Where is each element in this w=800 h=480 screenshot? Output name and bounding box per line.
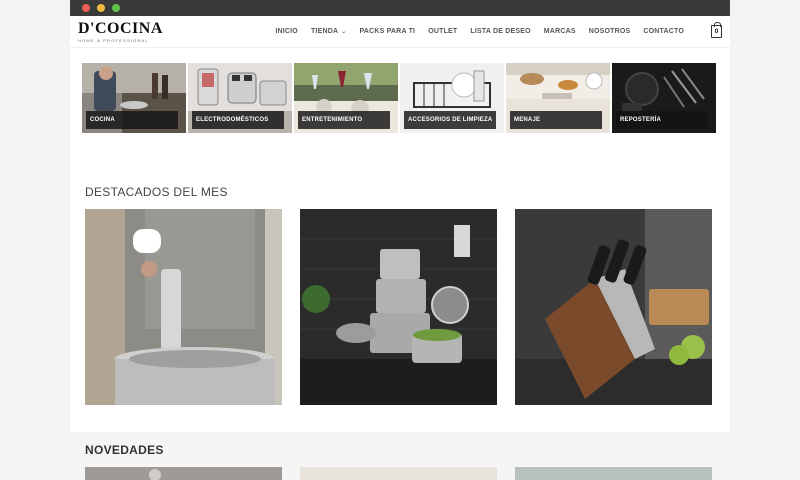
- category-tile-menaje[interactable]: MENAJE: [506, 63, 610, 133]
- product-image: [85, 209, 282, 405]
- category-tile-reposteria[interactable]: REPOSTERÍA: [612, 63, 716, 133]
- nav-label: OUTLET: [428, 28, 458, 35]
- nav-item-inicio[interactable]: INICIO: [275, 28, 298, 35]
- category-label: MENAJE: [510, 111, 602, 129]
- nav-item-packs[interactable]: PACKS PARA TI: [359, 28, 415, 35]
- product-image: [300, 209, 497, 405]
- site-header: D'COCINA HOME & PROFESSIONAL INICIO TIEN…: [70, 16, 730, 48]
- nav-item-outlet[interactable]: OUTLET: [428, 28, 457, 35]
- cart-icon[interactable]: 0: [711, 22, 722, 38]
- featured-products: [85, 209, 712, 405]
- product-image: [515, 209, 712, 405]
- nav-label: MARCAS: [543, 28, 576, 35]
- new-product-2[interactable]: [300, 467, 497, 480]
- cart-count: 0: [714, 28, 719, 35]
- nav-label: TIENDA: [310, 28, 339, 35]
- product-image: [85, 467, 282, 480]
- main-menu: INICIO TIENDA ⌄ PACKS PARA TI OUTLET LIST…: [275, 22, 722, 38]
- nav-item-contacto[interactable]: CONTACTO: [643, 28, 684, 35]
- category-label: COCINA: [86, 111, 178, 129]
- minimize-window-button[interactable]: [97, 4, 105, 12]
- nav-label: NOSOTROS: [588, 28, 631, 35]
- product-image: [300, 467, 497, 480]
- new-section-title: NOVEDADES: [85, 443, 164, 457]
- category-tile-accesorios-limpieza[interactable]: ACCESORIOS DE LIMPIEZA: [400, 63, 504, 133]
- featured-section-title: DESTACADOS DEL MES: [85, 185, 228, 199]
- maximize-window-button[interactable]: [112, 4, 120, 12]
- window-titlebar: [70, 0, 730, 16]
- browser-window: D'COCINA HOME & PROFESSIONAL INICIO TIEN…: [70, 0, 730, 480]
- category-tile-electrodomesticos[interactable]: ELECTRODOMÉSTICOS: [188, 63, 292, 133]
- logo-name: D'COCINA: [78, 19, 163, 37]
- featured-product-1[interactable]: [85, 209, 282, 405]
- nav-item-tienda[interactable]: TIENDA ⌄: [311, 28, 347, 35]
- featured-product-2[interactable]: [300, 209, 497, 405]
- category-label: ELECTRODOMÉSTICOS: [192, 111, 284, 129]
- nav-item-lista-deseo[interactable]: LISTA DE DESEO: [470, 28, 530, 35]
- new-product-1[interactable]: [85, 467, 282, 480]
- category-tile-entretenimiento[interactable]: ENTRETENIMIENTO: [294, 63, 398, 133]
- nav-label: PACKS PARA TI: [359, 28, 416, 35]
- product-image: [515, 467, 712, 480]
- new-products: [85, 467, 712, 480]
- new-product-3[interactable]: [515, 467, 712, 480]
- category-tile-cocina[interactable]: COCINA: [82, 63, 186, 133]
- featured-product-3[interactable]: [515, 209, 712, 405]
- category-label: ENTRETENIMIENTO: [298, 111, 390, 129]
- site-logo[interactable]: D'COCINA HOME & PROFESSIONAL: [78, 19, 163, 43]
- nav-label: INICIO: [275, 28, 298, 35]
- close-window-button[interactable]: [82, 4, 90, 12]
- category-grid: COCINA ELECTRODOMÉSTICOS ENTRETENIMIENTO…: [82, 63, 716, 133]
- category-label: ACCESORIOS DE LIMPIEZA: [404, 111, 496, 129]
- category-label: REPOSTERÍA: [616, 111, 708, 129]
- nav-label: CONTACTO: [643, 28, 684, 35]
- logo-tagline: HOME & PROFESSIONAL: [78, 37, 149, 43]
- nav-item-nosotros[interactable]: NOSOTROS: [589, 28, 631, 35]
- chevron-down-icon: ⌄: [341, 29, 347, 35]
- nav-label: LISTA DE DESEO: [470, 28, 531, 35]
- nav-item-marcas[interactable]: MARCAS: [544, 28, 576, 35]
